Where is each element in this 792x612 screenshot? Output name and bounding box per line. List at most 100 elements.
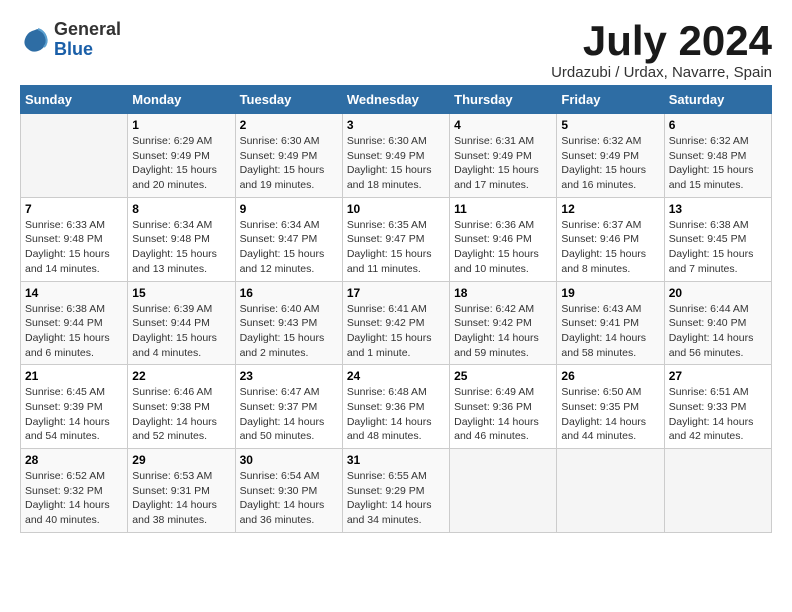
day-cell: 4 Sunrise: 6:31 AMSunset: 9:49 PMDayligh… xyxy=(450,114,557,198)
day-info: Sunrise: 6:45 AMSunset: 9:39 PMDaylight:… xyxy=(25,385,123,444)
day-cell: 24 Sunrise: 6:48 AMSunset: 9:36 PMDaylig… xyxy=(342,365,449,449)
day-number: 5 xyxy=(561,118,659,132)
month-title: July 2024 xyxy=(551,20,772,62)
day-cell: 28 Sunrise: 6:52 AMSunset: 9:32 PMDaylig… xyxy=(21,449,128,533)
day-cell: 25 Sunrise: 6:49 AMSunset: 9:36 PMDaylig… xyxy=(450,365,557,449)
day-info: Sunrise: 6:48 AMSunset: 9:36 PMDaylight:… xyxy=(347,385,445,444)
day-info: Sunrise: 6:34 AMSunset: 9:48 PMDaylight:… xyxy=(132,218,230,277)
day-info: Sunrise: 6:53 AMSunset: 9:31 PMDaylight:… xyxy=(132,469,230,528)
day-number: 24 xyxy=(347,369,445,383)
day-number: 7 xyxy=(25,202,123,216)
day-number: 12 xyxy=(561,202,659,216)
day-cell: 13 Sunrise: 6:38 AMSunset: 9:45 PMDaylig… xyxy=(664,197,771,281)
day-cell: 5 Sunrise: 6:32 AMSunset: 9:49 PMDayligh… xyxy=(557,114,664,198)
logo-icon xyxy=(20,25,50,55)
day-cell: 1 Sunrise: 6:29 AMSunset: 9:49 PMDayligh… xyxy=(128,114,235,198)
day-info: Sunrise: 6:49 AMSunset: 9:36 PMDaylight:… xyxy=(454,385,552,444)
day-cell: 27 Sunrise: 6:51 AMSunset: 9:33 PMDaylig… xyxy=(664,365,771,449)
day-info: Sunrise: 6:32 AMSunset: 9:49 PMDaylight:… xyxy=(561,134,659,193)
day-cell: 7 Sunrise: 6:33 AMSunset: 9:48 PMDayligh… xyxy=(21,197,128,281)
day-info: Sunrise: 6:52 AMSunset: 9:32 PMDaylight:… xyxy=(25,469,123,528)
day-cell xyxy=(664,449,771,533)
week-row-5: 28 Sunrise: 6:52 AMSunset: 9:32 PMDaylig… xyxy=(21,449,772,533)
day-cell: 29 Sunrise: 6:53 AMSunset: 9:31 PMDaylig… xyxy=(128,449,235,533)
day-number: 26 xyxy=(561,369,659,383)
day-number: 10 xyxy=(347,202,445,216)
day-info: Sunrise: 6:55 AMSunset: 9:29 PMDaylight:… xyxy=(347,469,445,528)
day-info: Sunrise: 6:38 AMSunset: 9:45 PMDaylight:… xyxy=(669,218,767,277)
day-info: Sunrise: 6:36 AMSunset: 9:46 PMDaylight:… xyxy=(454,218,552,277)
week-row-1: 1 Sunrise: 6:29 AMSunset: 9:49 PMDayligh… xyxy=(21,114,772,198)
header-cell-thursday: Thursday xyxy=(450,86,557,114)
day-info: Sunrise: 6:42 AMSunset: 9:42 PMDaylight:… xyxy=(454,302,552,361)
day-number: 15 xyxy=(132,286,230,300)
day-cell: 23 Sunrise: 6:47 AMSunset: 9:37 PMDaylig… xyxy=(235,365,342,449)
day-cell: 9 Sunrise: 6:34 AMSunset: 9:47 PMDayligh… xyxy=(235,197,342,281)
header-cell-monday: Monday xyxy=(128,86,235,114)
day-cell: 8 Sunrise: 6:34 AMSunset: 9:48 PMDayligh… xyxy=(128,197,235,281)
week-row-3: 14 Sunrise: 6:38 AMSunset: 9:44 PMDaylig… xyxy=(21,281,772,365)
day-number: 27 xyxy=(669,369,767,383)
day-cell: 26 Sunrise: 6:50 AMSunset: 9:35 PMDaylig… xyxy=(557,365,664,449)
page-header: General Blue July 2024 Urdazubi / Urdax,… xyxy=(20,20,772,81)
title-block: July 2024 Urdazubi / Urdax, Navarre, Spa… xyxy=(551,20,772,81)
day-info: Sunrise: 6:40 AMSunset: 9:43 PMDaylight:… xyxy=(240,302,338,361)
location: Urdazubi / Urdax, Navarre, Spain xyxy=(551,64,772,81)
day-cell: 6 Sunrise: 6:32 AMSunset: 9:48 PMDayligh… xyxy=(664,114,771,198)
day-info: Sunrise: 6:29 AMSunset: 9:49 PMDaylight:… xyxy=(132,134,230,193)
day-info: Sunrise: 6:46 AMSunset: 9:38 PMDaylight:… xyxy=(132,385,230,444)
day-number: 16 xyxy=(240,286,338,300)
day-cell: 22 Sunrise: 6:46 AMSunset: 9:38 PMDaylig… xyxy=(128,365,235,449)
day-info: Sunrise: 6:33 AMSunset: 9:48 PMDaylight:… xyxy=(25,218,123,277)
day-number: 25 xyxy=(454,369,552,383)
day-info: Sunrise: 6:54 AMSunset: 9:30 PMDaylight:… xyxy=(240,469,338,528)
day-info: Sunrise: 6:31 AMSunset: 9:49 PMDaylight:… xyxy=(454,134,552,193)
day-number: 28 xyxy=(25,453,123,467)
day-info: Sunrise: 6:47 AMSunset: 9:37 PMDaylight:… xyxy=(240,385,338,444)
day-cell xyxy=(21,114,128,198)
day-cell: 3 Sunrise: 6:30 AMSunset: 9:49 PMDayligh… xyxy=(342,114,449,198)
day-cell: 18 Sunrise: 6:42 AMSunset: 9:42 PMDaylig… xyxy=(450,281,557,365)
week-row-2: 7 Sunrise: 6:33 AMSunset: 9:48 PMDayligh… xyxy=(21,197,772,281)
logo: General Blue xyxy=(20,20,121,60)
day-number: 14 xyxy=(25,286,123,300)
day-info: Sunrise: 6:43 AMSunset: 9:41 PMDaylight:… xyxy=(561,302,659,361)
day-number: 9 xyxy=(240,202,338,216)
header-cell-friday: Friday xyxy=(557,86,664,114)
day-cell: 11 Sunrise: 6:36 AMSunset: 9:46 PMDaylig… xyxy=(450,197,557,281)
day-number: 18 xyxy=(454,286,552,300)
day-number: 2 xyxy=(240,118,338,132)
day-number: 11 xyxy=(454,202,552,216)
day-cell xyxy=(450,449,557,533)
day-number: 4 xyxy=(454,118,552,132)
week-row-4: 21 Sunrise: 6:45 AMSunset: 9:39 PMDaylig… xyxy=(21,365,772,449)
calendar-table: SundayMondayTuesdayWednesdayThursdayFrid… xyxy=(20,85,772,533)
day-cell: 12 Sunrise: 6:37 AMSunset: 9:46 PMDaylig… xyxy=(557,197,664,281)
day-cell: 2 Sunrise: 6:30 AMSunset: 9:49 PMDayligh… xyxy=(235,114,342,198)
day-info: Sunrise: 6:39 AMSunset: 9:44 PMDaylight:… xyxy=(132,302,230,361)
day-number: 1 xyxy=(132,118,230,132)
header-cell-saturday: Saturday xyxy=(664,86,771,114)
day-number: 22 xyxy=(132,369,230,383)
day-info: Sunrise: 6:34 AMSunset: 9:47 PMDaylight:… xyxy=(240,218,338,277)
day-cell: 14 Sunrise: 6:38 AMSunset: 9:44 PMDaylig… xyxy=(21,281,128,365)
day-number: 20 xyxy=(669,286,767,300)
day-cell: 21 Sunrise: 6:45 AMSunset: 9:39 PMDaylig… xyxy=(21,365,128,449)
day-number: 17 xyxy=(347,286,445,300)
header-cell-sunday: Sunday xyxy=(21,86,128,114)
day-cell: 10 Sunrise: 6:35 AMSunset: 9:47 PMDaylig… xyxy=(342,197,449,281)
day-cell: 15 Sunrise: 6:39 AMSunset: 9:44 PMDaylig… xyxy=(128,281,235,365)
day-number: 21 xyxy=(25,369,123,383)
day-cell: 19 Sunrise: 6:43 AMSunset: 9:41 PMDaylig… xyxy=(557,281,664,365)
day-info: Sunrise: 6:30 AMSunset: 9:49 PMDaylight:… xyxy=(240,134,338,193)
day-info: Sunrise: 6:35 AMSunset: 9:47 PMDaylight:… xyxy=(347,218,445,277)
day-number: 13 xyxy=(669,202,767,216)
day-info: Sunrise: 6:30 AMSunset: 9:49 PMDaylight:… xyxy=(347,134,445,193)
logo-text: General Blue xyxy=(54,20,121,60)
day-cell: 20 Sunrise: 6:44 AMSunset: 9:40 PMDaylig… xyxy=(664,281,771,365)
day-cell: 30 Sunrise: 6:54 AMSunset: 9:30 PMDaylig… xyxy=(235,449,342,533)
day-number: 3 xyxy=(347,118,445,132)
header-cell-wednesday: Wednesday xyxy=(342,86,449,114)
day-number: 23 xyxy=(240,369,338,383)
day-number: 8 xyxy=(132,202,230,216)
